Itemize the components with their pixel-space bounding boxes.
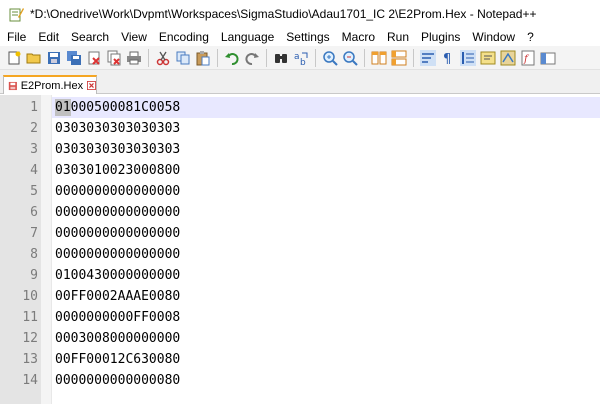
tab-e2prom-hex[interactable]: E2Prom.Hex xyxy=(3,75,97,94)
line-number: 9 xyxy=(30,268,38,283)
folder-workspace-icon[interactable] xyxy=(540,50,556,66)
line-text[interactable]: 0003008000000000 xyxy=(55,328,180,349)
title-bar: *D:\Onedrive\Work\Dvpmt\Workspaces\Sigma… xyxy=(0,0,600,28)
editor-line: 7 0000000000000000 xyxy=(0,223,600,244)
line-text[interactable]: 00FF0002AAAE0080 xyxy=(55,286,180,307)
menu-settings[interactable]: Settings xyxy=(279,30,334,44)
toolbar-separator xyxy=(413,48,414,67)
menu-language[interactable]: Language xyxy=(214,30,279,44)
line-number: 6 xyxy=(30,205,38,220)
line-number: 1 xyxy=(30,100,38,115)
line-number: 12 xyxy=(22,331,38,346)
window-title: *D:\Onedrive\Work\Dvpmt\Workspaces\Sigma… xyxy=(30,7,537,21)
copy-icon[interactable] xyxy=(175,50,191,66)
notepadpp-icon xyxy=(9,8,24,22)
paste-icon[interactable] xyxy=(195,50,211,66)
line-text[interactable]: 0000000000000000 xyxy=(55,223,180,244)
line-text[interactable]: 0000000000000000 xyxy=(55,244,180,265)
menu-edit[interactable]: Edit xyxy=(31,30,64,44)
save-icon[interactable] xyxy=(46,50,62,66)
svg-text:a: a xyxy=(294,52,300,62)
editor-line: 13 00FF00012C630080 xyxy=(0,349,600,370)
close-icon[interactable] xyxy=(87,80,96,91)
cut-icon[interactable] xyxy=(155,50,171,66)
line-number: 4 xyxy=(30,163,38,178)
undo-icon[interactable] xyxy=(224,50,240,66)
line-text[interactable]: 0303010023000800 xyxy=(55,160,180,181)
editor-area[interactable]: 1 01000500081C0058 2 0303030303030303 3 … xyxy=(0,95,600,404)
tab-label: E2Prom.Hex xyxy=(20,79,84,92)
line-number: 14 xyxy=(22,373,38,388)
menu-window[interactable]: Window xyxy=(465,30,520,44)
find-icon[interactable] xyxy=(273,50,289,66)
open-file-icon[interactable] xyxy=(26,50,42,66)
menu-search[interactable]: Search xyxy=(64,30,114,44)
doc-map-icon[interactable] xyxy=(500,50,516,66)
line-text[interactable]: 0000000000000000 xyxy=(55,202,180,223)
menu-macro[interactable]: Macro xyxy=(335,30,380,44)
redo-icon[interactable] xyxy=(244,50,260,66)
line-number: 7 xyxy=(30,226,38,241)
word-wrap-icon[interactable] xyxy=(420,49,436,66)
unsaved-file-icon xyxy=(8,81,17,90)
menu-help[interactable]: ? xyxy=(520,30,539,44)
line-number: 10 xyxy=(22,289,38,304)
sync-vertical-icon[interactable] xyxy=(371,50,387,66)
editor-line: 14 0000000000000080 xyxy=(0,370,600,391)
editor-line: 5 0000000000000000 xyxy=(0,181,600,202)
menu-file[interactable]: File xyxy=(0,30,31,44)
line-text[interactable]: 0000000000000080 xyxy=(55,370,180,391)
line-number: 2 xyxy=(30,121,38,136)
close-all-icon[interactable] xyxy=(106,50,122,66)
toolbar-separator xyxy=(217,48,218,67)
editor-line: 9 0100430000000000 xyxy=(0,265,600,286)
menu-encoding[interactable]: Encoding xyxy=(152,30,214,44)
sync-horizontal-icon[interactable] xyxy=(391,50,407,66)
editor-line: 3 0303030303030303 xyxy=(0,139,600,160)
show-all-chars-icon[interactable]: ¶ xyxy=(440,50,456,66)
replace-icon[interactable]: ab xyxy=(293,50,309,66)
line-text[interactable]: 0303030303030303 xyxy=(55,118,180,139)
editor-line: 11 0000000000FF0008 xyxy=(0,307,600,328)
indent-guide-icon[interactable] xyxy=(460,49,476,66)
line-number: 11 xyxy=(22,310,38,325)
editor-line: 4 0303010023000800 xyxy=(0,160,600,181)
zoom-out-icon[interactable] xyxy=(342,50,358,66)
line-text[interactable]: 0000000000000000 xyxy=(55,181,180,202)
svg-text:b: b xyxy=(300,58,306,66)
menu-view[interactable]: View xyxy=(114,30,152,44)
close-file-icon[interactable] xyxy=(86,50,102,66)
menu-bar: File Edit Search View Encoding Language … xyxy=(0,28,600,46)
line-text[interactable]: 0303030303030303 xyxy=(55,139,180,160)
save-all-icon[interactable] xyxy=(66,50,82,66)
editor-line: 8 0000000000000000 xyxy=(0,244,600,265)
toolbar: ab ¶ f xyxy=(0,46,600,70)
line-number: 13 xyxy=(22,352,38,367)
toolbar-separator xyxy=(315,48,316,67)
line-number: 8 xyxy=(30,247,38,262)
editor-line: 6 0000000000000000 xyxy=(0,202,600,223)
function-list-icon[interactable]: f xyxy=(520,50,536,66)
svg-text:¶: ¶ xyxy=(443,52,451,66)
line-number: 5 xyxy=(30,184,38,199)
editor-line: 12 0003008000000000 xyxy=(0,328,600,349)
menu-run[interactable]: Run xyxy=(380,30,414,44)
editor-line: 2 0303030303030303 xyxy=(0,118,600,139)
line-text[interactable]: 0000000000FF0008 xyxy=(55,307,180,328)
line-text[interactable]: 01000500081C0058 xyxy=(55,97,180,118)
editor-line: 10 00FF0002AAAE0080 xyxy=(0,286,600,307)
toolbar-separator xyxy=(266,48,267,67)
editor-line: 1 01000500081C0058 xyxy=(0,97,600,118)
zoom-in-icon[interactable] xyxy=(322,50,338,66)
toolbar-separator xyxy=(364,48,365,67)
line-text[interactable]: 0100430000000000 xyxy=(55,265,180,286)
line-number: 3 xyxy=(30,142,38,157)
line-text[interactable]: 00FF00012C630080 xyxy=(55,349,180,370)
user-lang-icon[interactable] xyxy=(480,50,496,66)
menu-plugins[interactable]: Plugins xyxy=(414,30,465,44)
new-file-icon[interactable] xyxy=(6,50,22,66)
tab-bar: E2Prom.Hex xyxy=(0,70,600,94)
toolbar-separator xyxy=(148,48,149,67)
print-icon[interactable] xyxy=(126,50,142,66)
